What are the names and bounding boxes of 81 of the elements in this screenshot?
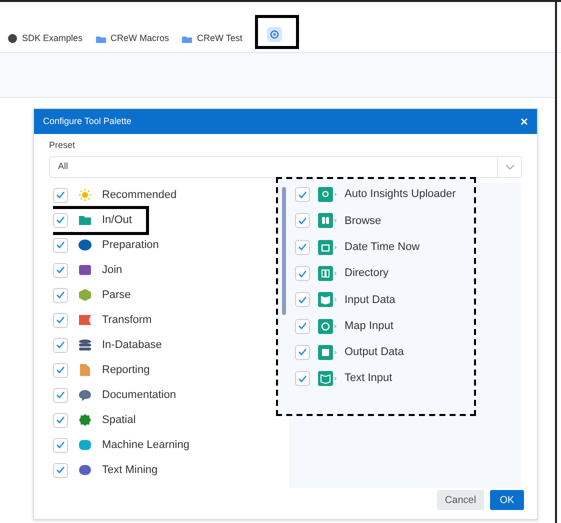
category-label[interactable]: Machine Learning: [102, 436, 190, 454]
checkbox[interactable]: [53, 188, 68, 202]
checkbox[interactable]: [294, 371, 310, 386]
folder-icon: [182, 34, 192, 42]
check-icon: [56, 266, 65, 274]
tool-icon: [318, 318, 336, 334]
check-icon: [56, 466, 65, 474]
checkbox[interactable]: [294, 266, 310, 282]
checkbox[interactable]: [294, 318, 310, 334]
close-button[interactable]: ×: [520, 115, 528, 128]
check-icon: [298, 190, 306, 199]
folder-icon: [96, 34, 106, 42]
dialog-title: Configure Tool Palette: [43, 114, 132, 128]
tool-icon: [318, 344, 336, 360]
category-label[interactable]: Parse: [102, 286, 131, 304]
check-icon: [298, 270, 306, 278]
checkbox[interactable]: [53, 388, 68, 402]
checkbox[interactable]: [53, 438, 68, 452]
category-label[interactable]: Spatial: [102, 412, 136, 428]
checkbox[interactable]: [53, 462, 68, 478]
check-icon: [56, 416, 65, 424]
tool-label[interactable]: Map Input: [344, 318, 394, 334]
checkbox[interactable]: [53, 312, 68, 328]
checkbox[interactable]: [294, 240, 310, 255]
checkbox[interactable]: [53, 412, 68, 428]
tool-label[interactable]: Auto Insights Uploader: [344, 186, 456, 203]
tool-label[interactable]: Text Input: [344, 370, 392, 387]
check-icon: [298, 374, 306, 383]
tool-icon: [318, 240, 336, 255]
category-label[interactable]: Reporting: [102, 362, 150, 378]
checkbox[interactable]: [53, 262, 68, 278]
settings-icon[interactable]: [267, 26, 282, 42]
checkbox[interactable]: [53, 288, 68, 302]
toolbar-item[interactable]: CReW Test: [197, 32, 242, 46]
check-icon: [56, 366, 65, 374]
cancel-button[interactable]: Cancel: [437, 490, 484, 510]
check-icon: [298, 216, 306, 225]
check-icon: [56, 316, 65, 324]
checkbox[interactable]: [53, 362, 68, 378]
check-icon: [56, 216, 65, 224]
tool-icon: [318, 371, 336, 386]
category-label[interactable]: Preparation: [102, 236, 159, 254]
tool-label[interactable]: Output Data: [344, 344, 404, 361]
tool-label[interactable]: Directory: [344, 265, 389, 282]
check-icon: [56, 441, 65, 449]
checkbox[interactable]: [53, 238, 68, 252]
tool-label[interactable]: Input Data: [344, 292, 396, 308]
check-icon: [298, 348, 306, 356]
tool-icon: [318, 213, 336, 228]
category-label[interactable]: Documentation: [102, 386, 176, 404]
tool-label[interactable]: Date Time Now: [344, 238, 420, 256]
checkbox[interactable]: [294, 344, 310, 360]
checkbox[interactable]: [294, 187, 310, 202]
checkbox[interactable]: [53, 212, 68, 228]
check-icon: [56, 191, 65, 199]
check-icon: [56, 341, 65, 349]
check-icon: [298, 243, 306, 252]
check-icon: [56, 391, 65, 399]
category-label[interactable]: Transform: [102, 312, 152, 328]
tool-icon: [318, 292, 336, 308]
category-label[interactable]: Text Mining: [102, 462, 158, 478]
scrollbar[interactable]: [282, 186, 286, 314]
check-icon: [56, 291, 65, 299]
checkbox[interactable]: [53, 338, 68, 352]
tool-label[interactable]: Browse: [344, 212, 382, 230]
category-label[interactable]: Recommended: [102, 186, 177, 204]
chevron-down-icon: [504, 164, 514, 170]
preset-label: Preset: [49, 139, 76, 152]
check-icon: [298, 322, 306, 330]
toolbar-item[interactable]: CReW Macros: [110, 32, 170, 46]
checkbox[interactable]: [294, 292, 310, 308]
checkbox[interactable]: [294, 213, 310, 228]
toolbar-item[interactable]: SDK Examples: [22, 32, 83, 46]
category-label[interactable]: In-Database: [102, 336, 162, 354]
category-label[interactable]: In/Out: [102, 212, 132, 228]
category-label[interactable]: Join: [102, 262, 122, 278]
ok-button[interactable]: OK: [490, 490, 524, 510]
tool-icon: [318, 266, 336, 282]
check-icon: [298, 296, 306, 304]
tool-icon: [318, 187, 336, 202]
check-icon: [56, 241, 65, 249]
